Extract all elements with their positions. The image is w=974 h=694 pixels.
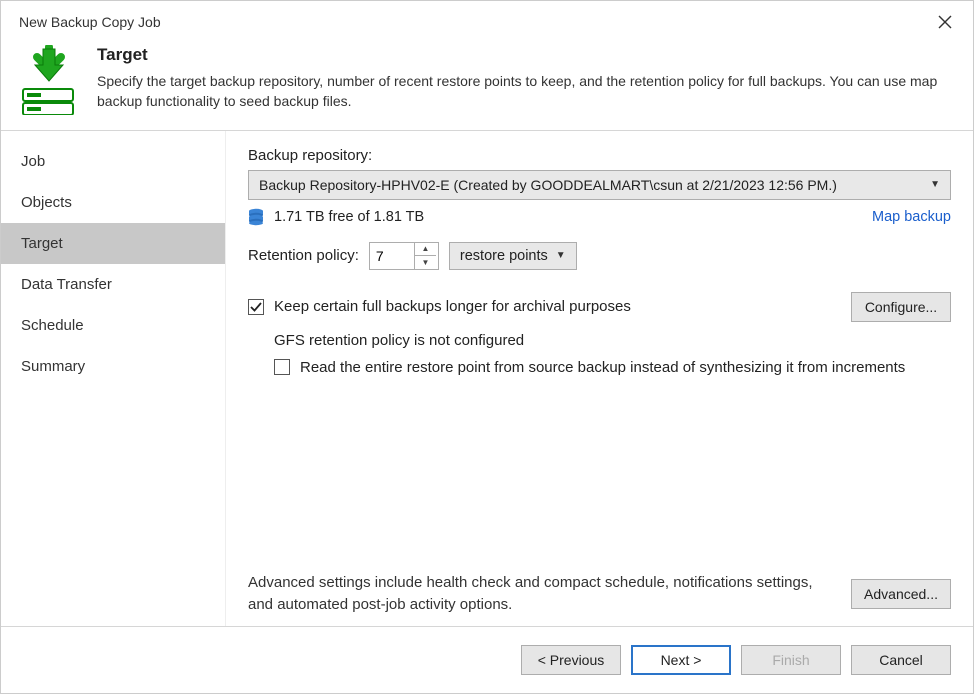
repository-dropdown[interactable]: Backup Repository-HPHV02-E (Created by G… [248, 170, 951, 200]
check-icon [250, 301, 262, 313]
repository-value: Backup Repository-HPHV02-E (Created by G… [259, 177, 837, 193]
target-icon [19, 45, 79, 105]
retention-input[interactable] [370, 243, 414, 269]
wizard-sidebar: Job Objects Target Data Transfer Schedul… [1, 131, 226, 626]
close-button[interactable] [931, 10, 959, 34]
wizard-footer: < Previous Next > Finish Cancel [1, 626, 973, 694]
spinner-up[interactable]: ▲ [415, 243, 436, 257]
keep-full-label: Keep certain full backups longer for arc… [274, 298, 631, 315]
map-backup-link[interactable]: Map backup [872, 209, 951, 225]
cancel-button[interactable]: Cancel [851, 645, 951, 675]
chevron-down-icon: ▼ [556, 250, 566, 261]
sidebar-item-data-transfer[interactable]: Data Transfer [1, 264, 225, 305]
titlebar: New Backup Copy Job [1, 1, 973, 39]
retention-spinner[interactable]: ▲ ▼ [369, 242, 439, 270]
chevron-down-icon: ▼ [930, 179, 940, 190]
page-description: Specify the target backup repository, nu… [97, 71, 955, 112]
header-text: Target Specify the target backup reposit… [97, 45, 955, 112]
sidebar-item-summary[interactable]: Summary [1, 346, 225, 387]
advanced-description: Advanced settings include health check a… [248, 572, 837, 616]
sidebar-item-objects[interactable]: Objects [1, 182, 225, 223]
finish-button: Finish [741, 645, 841, 675]
keep-full-checkbox[interactable] [248, 299, 264, 315]
window-title: New Backup Copy Job [19, 14, 161, 30]
gfs-status-text: GFS retention policy is not configured [274, 332, 951, 349]
read-entire-label: Read the entire restore point from sourc… [300, 359, 905, 376]
retention-unit-value: restore points [460, 248, 548, 264]
advanced-button[interactable]: Advanced... [851, 579, 951, 609]
sidebar-item-target[interactable]: Target [1, 223, 225, 264]
sidebar-item-job[interactable]: Job [1, 141, 225, 182]
repository-label: Backup repository: [248, 147, 951, 164]
page-title: Target [97, 45, 955, 65]
next-button[interactable]: Next > [631, 645, 731, 675]
close-icon [938, 15, 952, 29]
retention-unit-dropdown[interactable]: restore points ▼ [449, 242, 577, 270]
wizard-header: Target Specify the target backup reposit… [1, 39, 973, 130]
configure-button[interactable]: Configure... [851, 292, 951, 322]
sidebar-item-schedule[interactable]: Schedule [1, 305, 225, 346]
previous-button[interactable]: < Previous [521, 645, 621, 675]
retention-label: Retention policy: [248, 247, 359, 264]
spinner-down[interactable]: ▼ [415, 256, 436, 269]
read-entire-checkbox[interactable] [274, 359, 290, 375]
disk-icon [248, 208, 264, 226]
free-space-text: 1.71 TB free of 1.81 TB [274, 209, 424, 225]
content-panel: Backup repository: Backup Repository-HPH… [226, 131, 973, 626]
